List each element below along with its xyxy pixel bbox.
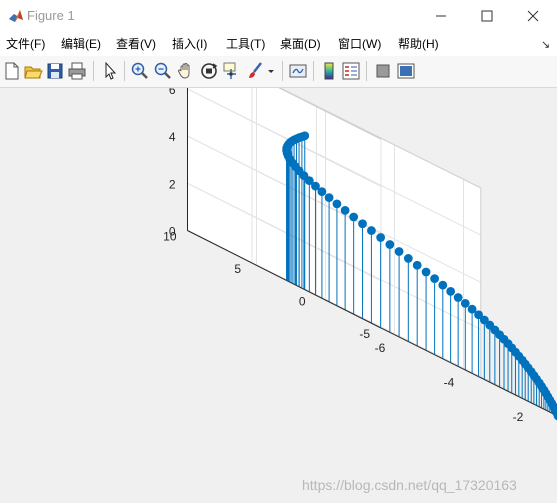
y-tick-label: 0	[299, 295, 306, 309]
close-icon	[527, 10, 539, 22]
stem-marker	[421, 267, 431, 277]
rotate-3d-icon[interactable]	[199, 61, 219, 81]
menu-help[interactable]: 帮助(H)	[398, 36, 439, 52]
minimize-button[interactable]	[418, 0, 464, 32]
print-icon[interactable]	[67, 61, 87, 81]
close-button[interactable]	[510, 0, 556, 32]
menu-insert[interactable]: 插入(I)	[172, 36, 207, 52]
stem-marker	[324, 193, 334, 203]
x-tick-label: -6	[375, 341, 386, 355]
stem-marker	[300, 131, 310, 141]
stem-marker	[367, 226, 376, 235]
toolbar-separator	[313, 61, 314, 81]
window-title: Figure 1	[27, 8, 75, 23]
x-tick-label: -4	[444, 375, 455, 389]
z-tick-label: 0	[169, 225, 176, 239]
figure-canvas[interactable]: -6-4-202-5051002468 https://blog.csdn.ne…	[0, 88, 557, 503]
y-tick-label: 5	[234, 262, 241, 276]
show-plot-tools-icon[interactable]	[396, 61, 416, 81]
menu-bar: 文件(F) 编辑(E) 查看(V) 插入(I) 工具(T) 桌面(D) 窗口(W…	[0, 32, 557, 56]
matlab-logo-icon	[8, 8, 24, 24]
watermark-text: https://blog.csdn.net/qq_17320163	[302, 477, 517, 493]
menu-desktop[interactable]: 桌面(D)	[280, 36, 321, 52]
stem-marker	[403, 254, 413, 263]
brush-icon[interactable]	[245, 61, 265, 81]
pan-icon[interactable]	[176, 61, 196, 81]
stem-marker	[385, 240, 395, 249]
new-figure-icon[interactable]	[2, 61, 22, 81]
menu-view[interactable]: 查看(V)	[116, 36, 156, 52]
minimize-icon	[436, 15, 446, 17]
toolbar-separator	[366, 61, 367, 81]
menu-file[interactable]: 文件(F)	[6, 36, 45, 52]
stem-marker	[460, 299, 470, 308]
pointer-icon[interactable]	[100, 61, 120, 81]
stem-marker	[332, 199, 342, 209]
stem-marker	[467, 304, 477, 314]
stem-marker	[438, 280, 448, 290]
stem-marker	[430, 274, 440, 284]
stem-marker	[349, 212, 359, 222]
colorbar-icon[interactable]	[319, 61, 339, 81]
link-plot-icon[interactable]	[288, 61, 308, 81]
stem-marker	[412, 260, 422, 270]
menu-edit[interactable]: 编辑(E)	[61, 36, 101, 52]
title-bar: Figure 1	[0, 0, 557, 32]
toolbar-separator	[93, 61, 94, 81]
maximize-button[interactable]	[464, 0, 510, 32]
x-tick-label: -2	[513, 410, 524, 424]
zoom-out-icon[interactable]	[153, 61, 173, 81]
stem-marker	[376, 233, 386, 242]
z-tick-label: 2	[169, 177, 176, 191]
menu-window[interactable]: 窗口(W)	[338, 36, 381, 52]
chevron-down-icon[interactable]	[265, 61, 277, 81]
z-tick-label: 6	[169, 88, 176, 97]
dock-arrow-icon[interactable]: ↘	[541, 38, 550, 51]
toolbar-separator	[282, 61, 283, 81]
figure-toolbar	[0, 56, 557, 88]
zoom-in-icon[interactable]	[130, 61, 150, 81]
stem-marker	[394, 247, 404, 256]
data-cursor-icon[interactable]	[222, 61, 242, 81]
menu-tools[interactable]: 工具(T)	[226, 36, 265, 52]
save-icon[interactable]	[45, 61, 65, 81]
axes-box	[187, 88, 557, 416]
y-tick-label: -5	[359, 327, 370, 341]
legend-icon[interactable]	[341, 61, 361, 81]
stem-marker	[340, 205, 350, 215]
toolbar-separator	[124, 61, 125, 81]
open-file-icon[interactable]	[23, 61, 43, 81]
stem-marker	[446, 286, 456, 296]
maximize-icon	[481, 10, 493, 22]
hide-plot-tools-icon[interactable]	[373, 61, 393, 81]
stem-marker	[453, 293, 463, 302]
z-tick-label: 4	[169, 130, 176, 144]
stem-marker	[358, 219, 367, 229]
